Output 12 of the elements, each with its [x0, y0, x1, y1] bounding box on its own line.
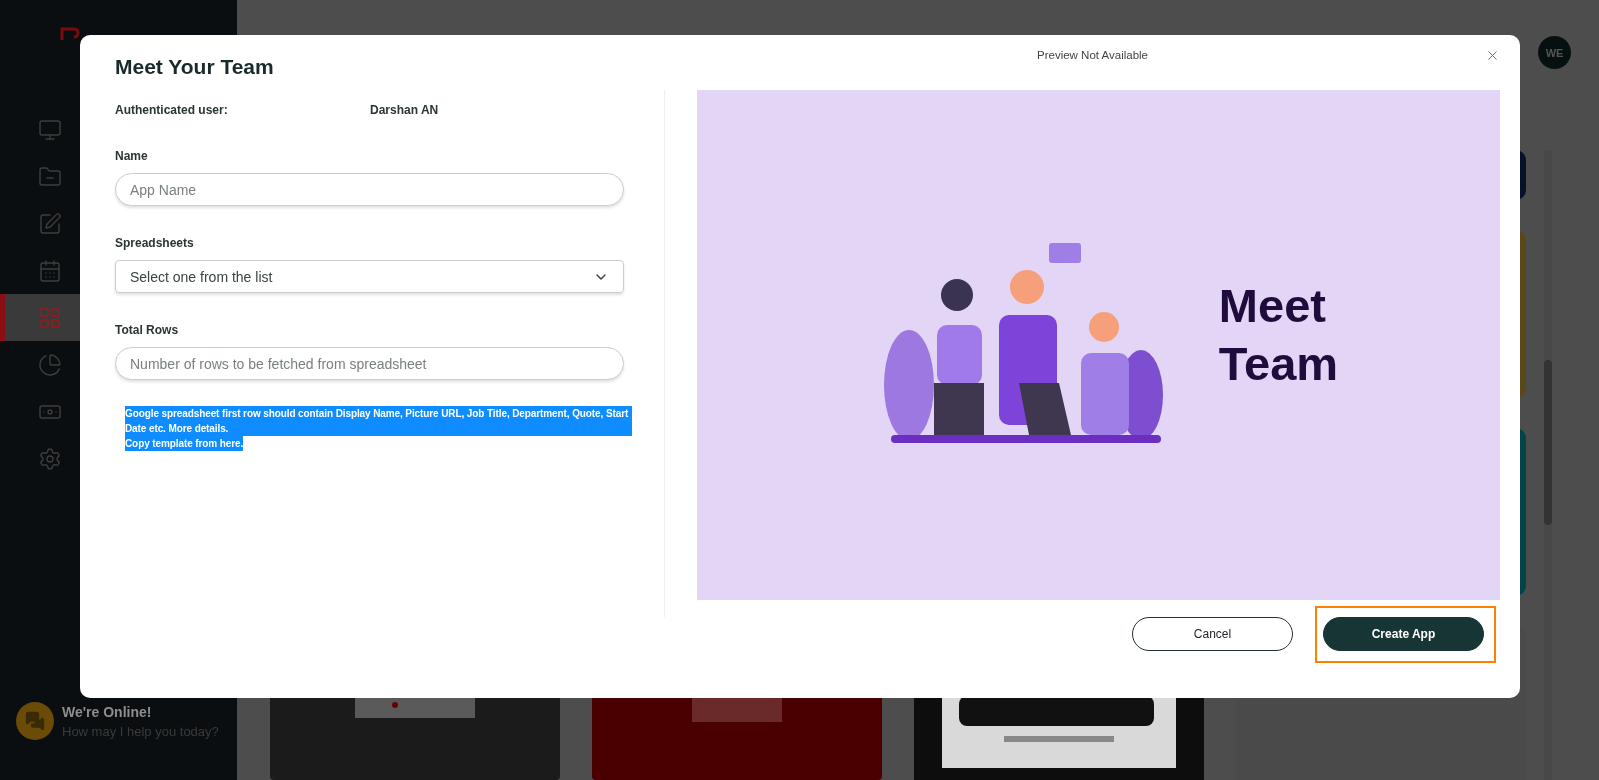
- preview-title: Preview Not Available: [1036, 49, 1149, 61]
- help-text: Google spreadsheet first row should contain Display Name, Picture URL, Job Title, Department, Quote, Start Date etc. More details.: [125, 406, 632, 436]
- field-label: Name: [115, 149, 149, 163]
- field-label: Total Rows: [115, 323, 180, 337]
- preview-heading: Team: [1218, 336, 1339, 392]
- field-label: Spreadsheets: [115, 236, 195, 250]
- preview-heading: Meet: [1218, 278, 1327, 334]
- modal-title: Meet Your Team: [115, 53, 275, 79]
- field-label: Authenticated user:: [115, 103, 229, 117]
- help-text: Copy template from here.: [125, 436, 244, 451]
- user-name: Darshan AN: [370, 103, 439, 117]
- chat-title: We're Online!: [62, 703, 153, 720]
